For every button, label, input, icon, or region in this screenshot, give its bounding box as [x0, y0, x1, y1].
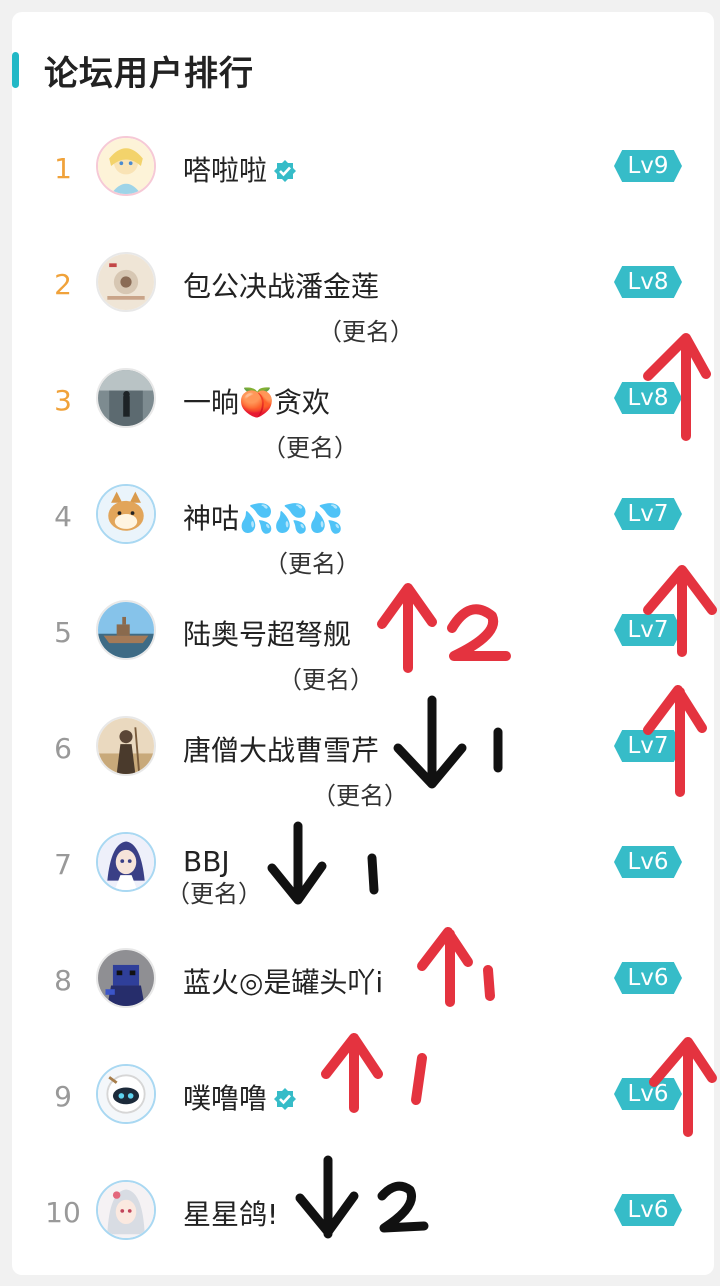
- user-row[interactable]: 3 一晌🍑贪欢 （更名） Lv8: [0, 358, 720, 474]
- user-row[interactable]: 2 包公决战潘金莲 （更名） Lv8: [0, 242, 720, 358]
- level-badge: Lv6: [614, 1078, 682, 1110]
- avatar[interactable]: [96, 252, 156, 312]
- verified-icon: [274, 1088, 297, 1110]
- title-accent-bar: [12, 52, 19, 88]
- user-name[interactable]: 陆奥号超弩舰: [183, 613, 351, 653]
- user-name[interactable]: 星星鸽!: [183, 1193, 278, 1233]
- rank-number: 8: [54, 964, 72, 997]
- avatar[interactable]: [96, 1064, 156, 1124]
- avatar[interactable]: [96, 368, 156, 428]
- avatar[interactable]: [96, 716, 156, 776]
- user-row[interactable]: 10 星星鸽! Lv6: [0, 1170, 720, 1286]
- rank-number: 4: [54, 500, 72, 533]
- rank-number: 5: [54, 616, 72, 649]
- rename-label: （更名）: [318, 318, 414, 346]
- avatar[interactable]: [96, 136, 156, 196]
- rank-number: 10: [45, 1196, 81, 1229]
- rank-number: 3: [54, 384, 72, 417]
- user-row[interactable]: 1 嗒啦啦 Lv9: [0, 126, 720, 242]
- level-badge: Lv7: [614, 730, 682, 762]
- level-badge: Lv8: [614, 266, 682, 298]
- rename-label: （更名）: [312, 782, 408, 810]
- user-name-text[interactable]: 噗噜噜: [183, 1082, 267, 1115]
- verified-icon: [274, 160, 297, 182]
- user-row[interactable]: 9 噗噜噜 Lv6: [0, 1054, 720, 1170]
- user-name-text[interactable]: 嗒啦啦: [183, 154, 267, 187]
- avatar[interactable]: [96, 1180, 156, 1240]
- level-badge: Lv6: [614, 846, 682, 878]
- user-name[interactable]: 蓝火◎是罐头吖i: [183, 961, 383, 1001]
- avatar[interactable]: [96, 600, 156, 660]
- rank-number: 7: [54, 848, 72, 881]
- rank-number: 2: [54, 268, 72, 301]
- level-badge: Lv9: [614, 150, 682, 182]
- user-name[interactable]: 包公决战潘金莲: [183, 265, 379, 305]
- level-badge: Lv7: [614, 498, 682, 530]
- level-badge: Lv6: [614, 1194, 682, 1226]
- user-row[interactable]: 5 陆奥号超弩舰 （更名） Lv7: [0, 590, 720, 706]
- user-name[interactable]: 噗噜噜: [183, 1077, 297, 1117]
- user-name[interactable]: 一晌🍑贪欢: [183, 381, 330, 421]
- avatar[interactable]: [96, 948, 156, 1008]
- level-badge: Lv7: [614, 614, 682, 646]
- avatar[interactable]: [96, 484, 156, 544]
- rank-number: 6: [54, 732, 72, 765]
- rename-label: （更名）: [278, 666, 374, 694]
- page-title: 论坛用户排行: [44, 54, 254, 94]
- rename-label: （更名）: [262, 434, 358, 462]
- user-name[interactable]: 神咕💦💦💦: [183, 497, 344, 537]
- rename-label: （更名）: [264, 550, 360, 578]
- rank-number: 1: [54, 152, 72, 185]
- user-row[interactable]: 6 唐僧大战曹雪芹 （更名） Lv7: [0, 706, 720, 822]
- level-badge: Lv8: [614, 382, 682, 414]
- rename-label: （更名）: [166, 880, 262, 908]
- rank-number: 9: [54, 1080, 72, 1113]
- user-row[interactable]: 7 BBJ （更名） Lv6: [0, 822, 720, 938]
- level-badge: Lv6: [614, 962, 682, 994]
- user-row[interactable]: 4 神咕💦💦💦 （更名） Lv7: [0, 474, 720, 590]
- user-name[interactable]: 嗒啦啦: [183, 149, 297, 189]
- avatar[interactable]: [96, 832, 156, 892]
- user-name[interactable]: 唐僧大战曹雪芹: [183, 729, 379, 769]
- user-row[interactable]: 8 蓝火◎是罐头吖i Lv6: [0, 938, 720, 1054]
